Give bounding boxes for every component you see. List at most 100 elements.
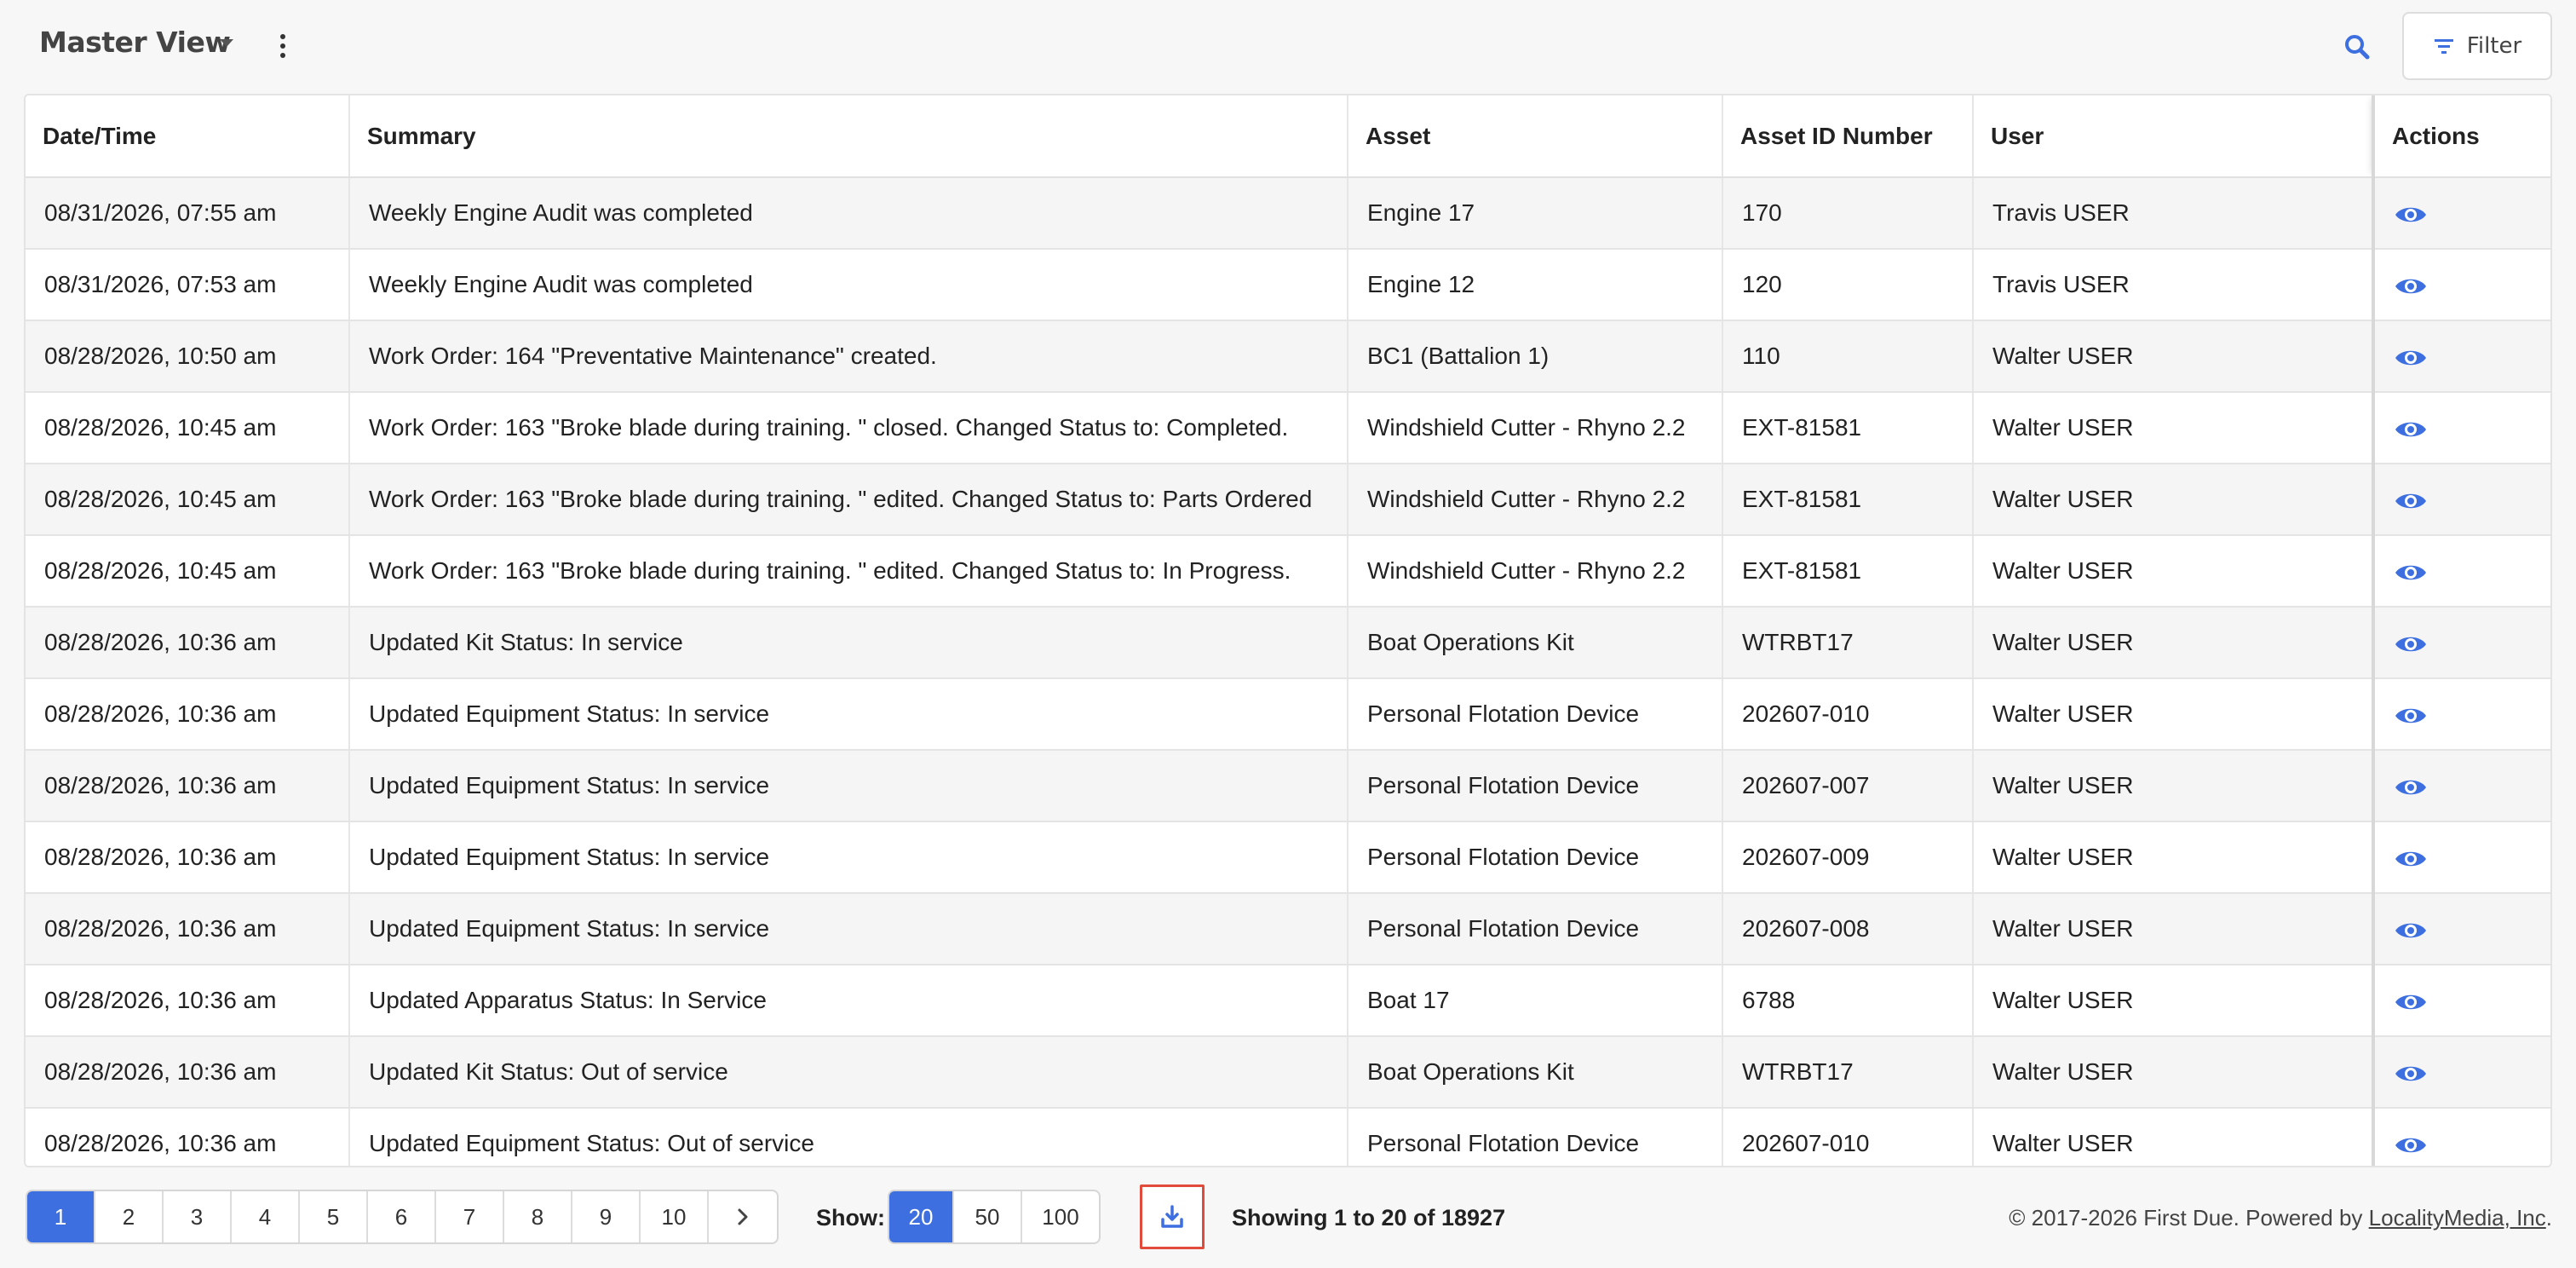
cell-summary: Updated Kit Status: Out of service — [349, 1036, 1348, 1109]
copyright: © 2017-2026 First Due. Powered by Locali… — [2009, 1205, 2552, 1231]
cell-asset: Windshield Cutter - Rhyno 2.2 — [1348, 535, 1723, 608]
download-icon — [1161, 1205, 1183, 1228]
table-row[interactable]: 08/28/2026, 10:36 am Updated Equipment St… — [26, 678, 2550, 751]
cell-user: Walter USER — [1973, 821, 2374, 894]
column-header-actions: Actions — [2372, 95, 2550, 178]
page-size-selector: 20 50 100 — [888, 1190, 1101, 1244]
localitymedia-link[interactable]: LocalityMedia, Inc — [2369, 1205, 2546, 1231]
table-row[interactable]: 08/28/2026, 10:36 am Updated Equipment St… — [26, 893, 2550, 965]
page-size-option-50[interactable]: 50 — [954, 1191, 1022, 1242]
view-dropdown-caret-icon[interactable] — [220, 39, 233, 47]
filter-button[interactable]: Filter — [2402, 12, 2552, 80]
cell-datetime: 08/28/2026, 10:50 am — [26, 320, 350, 393]
column-header-asset-id[interactable]: Asset ID Number — [1722, 95, 1974, 178]
table-row[interactable]: 08/28/2026, 10:36 am Updated Apparatus St… — [26, 965, 2550, 1037]
cell-summary: Updated Kit Status: In service — [349, 607, 1348, 679]
eye-icon[interactable] — [2394, 274, 2428, 298]
cell-user: Walter USER — [1973, 1108, 2374, 1166]
cell-datetime: 08/28/2026, 10:36 am — [26, 1036, 350, 1109]
eye-icon[interactable] — [2394, 203, 2428, 227]
search-icon[interactable] — [2341, 31, 2375, 65]
cell-summary: Work Order: 163 "Broke blade during trai… — [349, 392, 1348, 464]
page-button-1[interactable]: 1 — [27, 1191, 95, 1242]
table-row[interactable]: 08/31/2026, 07:55 am Weekly Engine Audit … — [26, 177, 2550, 250]
cell-user: Walter USER — [1973, 965, 2374, 1037]
show-label: Show: — [816, 1205, 885, 1231]
eye-icon[interactable] — [2394, 990, 2428, 1014]
eye-icon[interactable] — [2394, 346, 2428, 370]
cell-asset-id: 6788 — [1722, 965, 1974, 1037]
eye-icon[interactable] — [2394, 632, 2428, 656]
cell-datetime: 08/31/2026, 07:55 am — [26, 177, 350, 250]
page-button-4[interactable]: 4 — [232, 1191, 300, 1242]
view-title[interactable]: Master View — [39, 26, 231, 59]
table-row[interactable]: 08/28/2026, 10:36 am Updated Kit Status: … — [26, 1036, 2550, 1109]
column-header-summary[interactable]: Summary — [349, 95, 1348, 178]
page-size-option-100[interactable]: 100 — [1022, 1191, 1099, 1242]
eye-icon[interactable] — [2394, 704, 2428, 728]
next-page-button[interactable] — [709, 1191, 777, 1242]
cell-asset-id: 120 — [1722, 249, 1974, 321]
page-size-option-20[interactable]: 20 — [889, 1191, 954, 1242]
cell-summary: Weekly Engine Audit was completed — [349, 249, 1348, 321]
download-button[interactable] — [1140, 1184, 1205, 1249]
cell-summary: Updated Equipment Status: In service — [349, 893, 1348, 965]
cell-datetime: 08/28/2026, 10:36 am — [26, 607, 350, 679]
eye-icon[interactable] — [2394, 1062, 2428, 1086]
cell-user: Walter USER — [1973, 893, 2374, 965]
table-row[interactable]: 08/28/2026, 10:36 am Updated Equipment St… — [26, 1108, 2550, 1166]
cell-asset: Engine 17 — [1348, 177, 1723, 250]
page-button-6[interactable]: 6 — [368, 1191, 436, 1242]
table-row[interactable]: 08/28/2026, 10:36 am Updated Equipment St… — [26, 821, 2550, 894]
cell-datetime: 08/28/2026, 10:36 am — [26, 1108, 350, 1166]
cell-summary: Updated Equipment Status: In service — [349, 821, 1348, 894]
table-row[interactable]: 08/28/2026, 10:45 am Work Order: 163 "Bro… — [26, 464, 2550, 536]
page-button-3[interactable]: 3 — [164, 1191, 232, 1242]
page-button-5[interactable]: 5 — [300, 1191, 368, 1242]
cell-actions — [2372, 320, 2550, 393]
chevron-right-icon — [738, 1208, 748, 1225]
table-row[interactable]: 08/28/2026, 10:50 am Work Order: 164 "Pre… — [26, 320, 2550, 393]
eye-icon[interactable] — [2394, 418, 2428, 441]
table-row[interactable]: 08/28/2026, 10:45 am Work Order: 163 "Bro… — [26, 392, 2550, 464]
cell-asset-id: 202607-007 — [1722, 750, 1974, 822]
cell-summary: Updated Apparatus Status: In Service — [349, 965, 1348, 1037]
cell-asset: Personal Flotation Device — [1348, 821, 1723, 894]
cell-asset: Windshield Cutter - Rhyno 2.2 — [1348, 392, 1723, 464]
cell-user: Walter USER — [1973, 607, 2374, 679]
cell-summary: Updated Equipment Status: In service — [349, 678, 1348, 751]
page-button-7[interactable]: 7 — [436, 1191, 504, 1242]
table-row[interactable]: 08/28/2026, 10:36 am Updated Kit Status: … — [26, 607, 2550, 679]
page-button-9[interactable]: 9 — [572, 1191, 641, 1242]
page-button-10[interactable]: 10 — [641, 1191, 709, 1242]
activity-table: Date/Time Summary Asset Asset ID Number … — [24, 94, 2552, 1167]
cell-asset-id: EXT-81581 — [1722, 535, 1974, 608]
cell-datetime: 08/28/2026, 10:36 am — [26, 893, 350, 965]
cell-user: Walter USER — [1973, 1036, 2374, 1109]
cell-summary: Work Order: 163 "Broke blade during trai… — [349, 464, 1348, 536]
page-button-2[interactable]: 2 — [95, 1191, 164, 1242]
eye-icon[interactable] — [2394, 847, 2428, 871]
cell-summary: Updated Equipment Status: In service — [349, 750, 1348, 822]
cell-asset-id: EXT-81581 — [1722, 392, 1974, 464]
table-header-row: Date/Time Summary Asset Asset ID Number … — [26, 95, 2550, 178]
eye-icon[interactable] — [2394, 489, 2428, 513]
page-button-8[interactable]: 8 — [504, 1191, 572, 1242]
eye-icon[interactable] — [2394, 775, 2428, 799]
table-row[interactable]: 08/28/2026, 10:36 am Updated Equipment St… — [26, 750, 2550, 822]
top-bar: Master View Filter — [0, 0, 2576, 92]
column-header-user[interactable]: User — [1973, 95, 2374, 178]
table-row[interactable]: 08/28/2026, 10:45 am Work Order: 163 "Bro… — [26, 535, 2550, 608]
table-row[interactable]: 08/31/2026, 07:53 am Weekly Engine Audit … — [26, 249, 2550, 321]
eye-icon[interactable] — [2394, 1133, 2428, 1157]
cell-summary: Work Order: 164 "Preventative Maintenanc… — [349, 320, 1348, 393]
eye-icon[interactable] — [2394, 561, 2428, 585]
column-header-datetime[interactable]: Date/Time — [26, 95, 350, 178]
more-options-icon[interactable] — [273, 31, 293, 61]
cell-datetime: 08/28/2026, 10:36 am — [26, 750, 350, 822]
cell-asset-id: 202607-008 — [1722, 893, 1974, 965]
cell-user: Travis USER — [1973, 249, 2374, 321]
eye-icon[interactable] — [2394, 919, 2428, 942]
column-header-asset[interactable]: Asset — [1348, 95, 1723, 178]
cell-datetime: 08/28/2026, 10:45 am — [26, 535, 350, 608]
